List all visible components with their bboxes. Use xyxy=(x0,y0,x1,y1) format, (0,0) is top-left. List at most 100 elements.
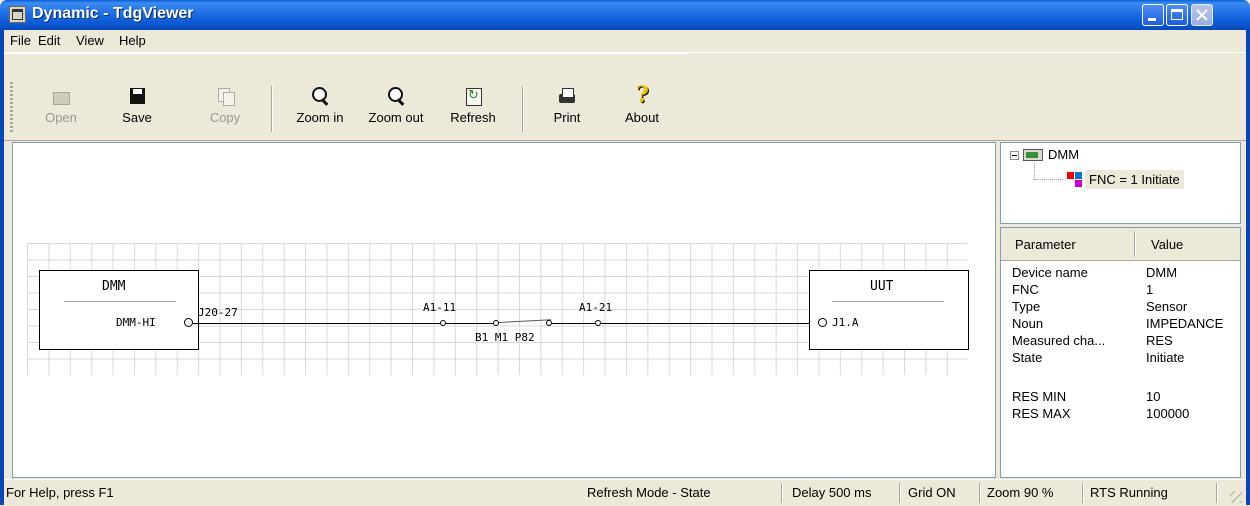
window-title: Dynamic - TdgViewer xyxy=(32,5,194,22)
zoom-out-label: Zoom out xyxy=(368,110,424,125)
print-button[interactable]: Print xyxy=(542,84,592,134)
property-row[interactable]: State Initiate xyxy=(1001,349,1240,366)
property-key: FNC xyxy=(1012,282,1039,297)
printer-icon xyxy=(557,86,577,106)
property-row[interactable]: FNC 1 xyxy=(1001,281,1240,298)
property-row[interactable]: Type Sensor xyxy=(1001,298,1240,315)
property-key: Noun xyxy=(1012,316,1044,331)
property-value: DMM xyxy=(1146,265,1178,280)
toolbar-empty-area xyxy=(689,53,1246,141)
status-separator xyxy=(899,483,901,503)
menu-view[interactable]: View xyxy=(76,33,104,48)
app-icon[interactable] xyxy=(9,6,26,23)
status-refresh-mode: Refresh Mode - State xyxy=(587,485,711,500)
diagram-canvas[interactable]: DMM DMM-HI J20-27 A1-11 B1 M1 P82 A1-21 … xyxy=(12,142,996,478)
j1-a-pin-node[interactable] xyxy=(818,318,827,327)
copy-button[interactable]: Copy xyxy=(202,84,248,134)
toolbar: Open Save Copy Zoom in Zoom out Refresh … xyxy=(4,53,689,141)
property-row[interactable]: Device name DMM xyxy=(1001,264,1240,281)
status-separator xyxy=(1216,483,1218,503)
print-label: Print xyxy=(553,110,581,125)
switch-b1-m1-p82-label: B1 M1 P82 xyxy=(475,331,535,344)
toolbar-separator xyxy=(522,86,524,132)
dmm-box-title: DMM xyxy=(102,279,126,294)
dmm-device-box[interactable]: DMM DMM-HI xyxy=(39,270,199,350)
property-key: Measured cha... xyxy=(1012,333,1106,348)
zoom-out-button[interactable]: Zoom out xyxy=(358,84,434,134)
property-row[interactable]: RES MIN 10 xyxy=(1001,388,1240,405)
property-row[interactable]: RES MAX 100000 xyxy=(1001,405,1240,422)
zoom-in-label: Zoom in xyxy=(296,110,344,125)
copy-icon xyxy=(215,86,235,106)
about-label: About xyxy=(625,110,659,125)
resize-grip[interactable] xyxy=(1230,491,1242,503)
property-row[interactable]: Measured cha... RES xyxy=(1001,332,1240,349)
title-bar[interactable]: Dynamic - TdgViewer xyxy=(0,0,1250,30)
status-help-text: For Help, press F1 xyxy=(6,485,114,500)
device-tree-view[interactable]: DMM FNC = 1 Initiate xyxy=(1000,142,1241,224)
save-button[interactable]: Save xyxy=(114,84,160,134)
j1-a-pin-label: J1.A xyxy=(832,316,859,329)
uut-box-divider xyxy=(832,301,944,302)
property-value: 10 xyxy=(1146,389,1161,404)
menu-file[interactable]: File xyxy=(10,33,31,48)
status-separator xyxy=(1082,483,1084,503)
toolbar-grip[interactable] xyxy=(10,82,13,134)
dmm-hi-pin-node[interactable] xyxy=(184,318,193,327)
tree-connector-line xyxy=(1034,163,1036,180)
property-grid[interactable]: Parameter Value Device name DMM FNC 1 Ty… xyxy=(1000,227,1241,478)
property-value: Initiate xyxy=(1146,350,1185,365)
property-value: RES xyxy=(1146,333,1173,348)
save-label: Save xyxy=(122,110,152,125)
a1-21-label: A1-21 xyxy=(579,301,613,314)
j20-27-connector-label: J20-27 xyxy=(198,306,238,319)
column-header-value[interactable]: Value xyxy=(1151,237,1183,252)
wire-segment xyxy=(193,323,443,324)
dmm-device-icon xyxy=(1023,149,1043,161)
window-frame-right xyxy=(1246,30,1250,505)
status-zoom: Zoom 90 % xyxy=(987,485,1054,500)
property-row[interactable] xyxy=(1001,366,1240,383)
status-separator xyxy=(979,483,981,503)
status-separator xyxy=(781,483,783,503)
property-key: State xyxy=(1012,350,1043,365)
property-key: RES MAX xyxy=(1012,406,1071,421)
tree-node-fnc-initiate[interactable]: FNC = 1 Initiate xyxy=(1085,170,1184,189)
help-question-icon xyxy=(632,82,652,108)
status-delay: Delay 500 ms xyxy=(792,485,872,500)
menu-edit[interactable]: Edit xyxy=(38,33,60,48)
refresh-button[interactable]: Refresh xyxy=(438,84,508,134)
property-key: Device name xyxy=(1012,265,1088,280)
property-value: IMPEDANCE xyxy=(1146,316,1224,331)
copy-label: Copy xyxy=(209,110,241,125)
menu-help[interactable]: Help xyxy=(119,33,146,48)
menu-bar: File Edit View Help xyxy=(4,30,1246,53)
minimize-button[interactable] xyxy=(1142,4,1164,26)
property-key: Type xyxy=(1012,299,1041,314)
close-button[interactable] xyxy=(1191,4,1213,26)
tree-node-dmm[interactable]: DMM xyxy=(1048,147,1079,162)
floppy-disk-icon xyxy=(127,86,147,106)
property-value: 100000 xyxy=(1146,406,1190,421)
maximize-button[interactable] xyxy=(1166,4,1188,26)
property-grid-header: Parameter Value xyxy=(1001,228,1240,261)
status-bar: For Help, press F1 Refresh Mode - State … xyxy=(4,479,1246,506)
zoom-in-button[interactable]: Zoom in xyxy=(287,84,353,134)
wire-segment xyxy=(552,323,597,324)
open-label: Open xyxy=(45,110,77,125)
zoom-in-icon xyxy=(310,86,330,106)
property-value: Sensor xyxy=(1146,299,1188,314)
zoom-out-icon xyxy=(386,86,406,106)
column-divider[interactable] xyxy=(1134,231,1136,257)
dmm-box-divider xyxy=(64,301,176,302)
property-row[interactable]: Noun IMPEDANCE xyxy=(1001,315,1240,332)
open-button[interactable]: Open xyxy=(38,84,84,134)
column-header-parameter[interactable]: Parameter xyxy=(1015,237,1076,252)
about-button[interactable]: About xyxy=(616,82,668,134)
uut-box-title: UUT xyxy=(870,279,894,294)
uut-device-box[interactable]: UUT J1.A xyxy=(809,270,969,350)
tree-connector-line xyxy=(1035,179,1063,181)
toolbar-separator xyxy=(271,86,273,132)
collapse-toggle-icon[interactable] xyxy=(1010,151,1019,160)
status-grid: Grid ON xyxy=(908,485,956,500)
